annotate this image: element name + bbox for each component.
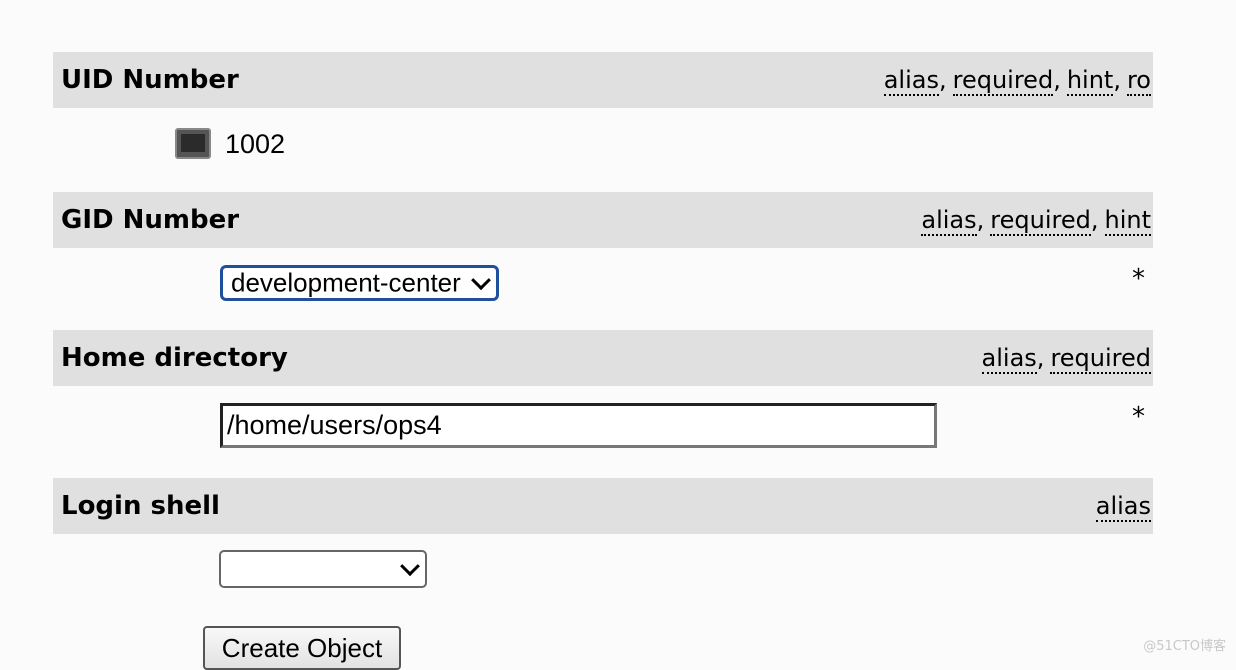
home-hints: alias,required	[982, 344, 1151, 372]
gid-required-mark: *	[1132, 264, 1145, 294]
hint-required[interactable]: required	[1050, 344, 1151, 374]
hint-alias[interactable]: alias	[921, 206, 976, 236]
home-directory-input[interactable]: /home/users/ops4	[220, 403, 937, 448]
hint-hint[interactable]: hint	[1105, 206, 1152, 236]
hint-ro[interactable]: ro	[1127, 66, 1151, 96]
shell-hints: alias	[1096, 492, 1151, 520]
uid-value: 1002	[225, 128, 285, 160]
hint-required[interactable]: required	[953, 66, 1054, 96]
gid-select[interactable]: development-center	[220, 265, 499, 301]
hint-alias[interactable]: alias	[1096, 492, 1151, 522]
chevron-down-icon	[471, 270, 491, 290]
uid-title: UID Number	[61, 65, 239, 95]
hint-required[interactable]: required	[990, 206, 1091, 236]
uid-hints: alias,required,hint,ro	[884, 66, 1151, 94]
shell-title: Login shell	[61, 491, 220, 521]
hint-alias[interactable]: alias	[982, 344, 1037, 374]
home-section-header: Home directory alias,required	[53, 330, 1153, 386]
home-title: Home directory	[61, 343, 288, 373]
terminal-icon	[175, 128, 211, 159]
hint-alias[interactable]: alias	[884, 66, 939, 96]
watermark: @51CTO博客	[1143, 635, 1226, 654]
create-object-button[interactable]: Create Object	[203, 626, 401, 670]
shell-section-header: Login shell alias	[53, 478, 1153, 534]
gid-title: GID Number	[61, 205, 239, 235]
hint-hint[interactable]: hint	[1067, 66, 1114, 96]
gid-selected-value: development-center	[231, 268, 461, 299]
login-shell-select[interactable]	[219, 550, 427, 588]
chevron-down-icon	[400, 556, 420, 576]
uid-section-header: UID Number alias,required,hint,ro	[53, 52, 1153, 108]
gid-section-header: GID Number alias,required,hint	[53, 192, 1153, 248]
gid-hints: alias,required,hint	[921, 206, 1151, 234]
home-required-mark: *	[1132, 402, 1145, 432]
